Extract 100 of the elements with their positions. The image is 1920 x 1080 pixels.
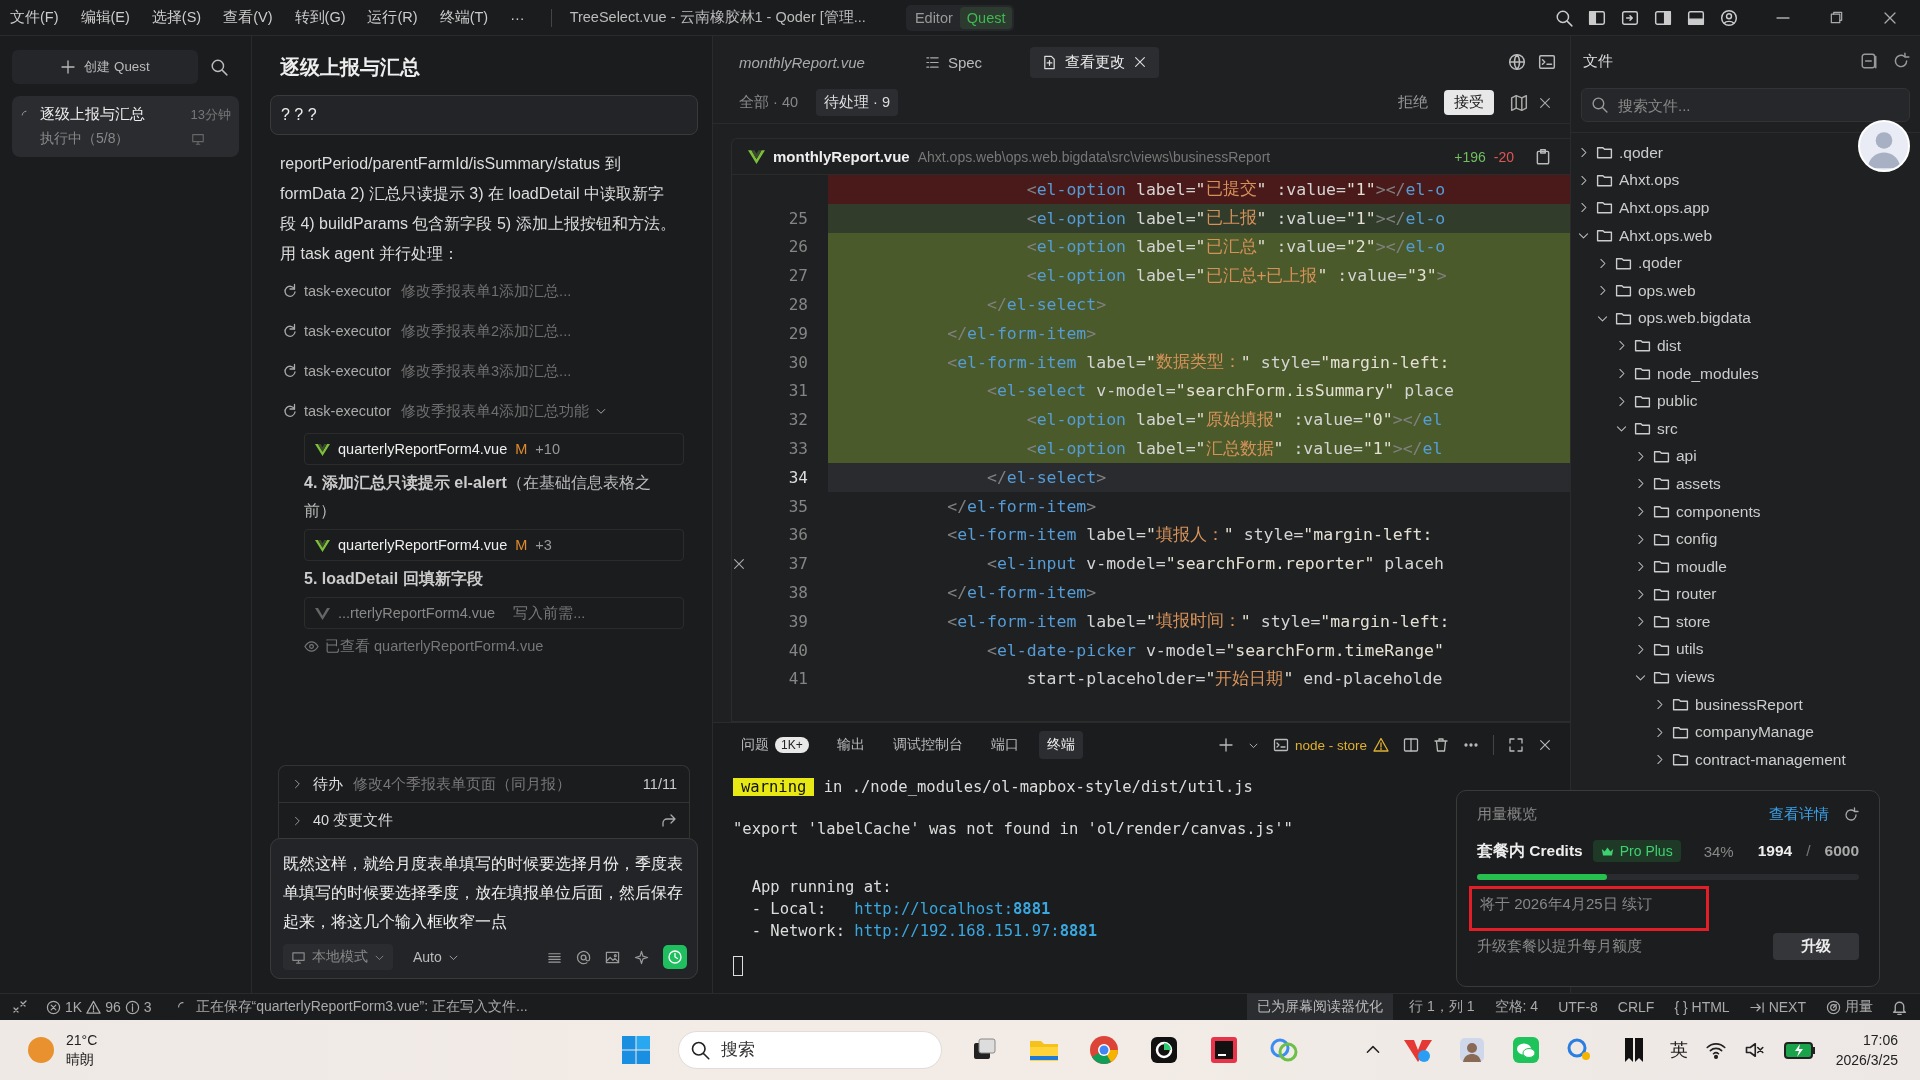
tree-item[interactable]: views — [1571, 663, 1920, 691]
split-icon[interactable] — [1403, 737, 1419, 753]
collapse-icon[interactable] — [1860, 52, 1878, 70]
details-link[interactable]: 查看详情 — [1769, 805, 1829, 824]
model-dropdown[interactable]: Auto — [407, 948, 465, 966]
editor-tab[interactable]: monthlyReport.vue — [727, 47, 877, 77]
tree-item[interactable]: store — [1571, 608, 1920, 636]
editor-tab[interactable]: 查看更改 — [1030, 46, 1160, 78]
status-item[interactable]: 空格: 4 — [1484, 994, 1549, 1020]
tree-item[interactable]: assets — [1571, 470, 1920, 498]
tree-item[interactable]: Ahxt.ops — [1571, 166, 1920, 195]
tree-item[interactable]: router — [1571, 580, 1920, 609]
tree-item[interactable]: config — [1571, 525, 1920, 553]
filter-tab[interactable]: 待处理 · 9 — [816, 89, 898, 116]
maximize-icon[interactable] — [1508, 737, 1524, 753]
tree-item[interactable]: src — [1571, 414, 1920, 443]
file-chip[interactable]: quarterlyReportForm4.vue M +10 — [304, 433, 684, 465]
status-item[interactable]: 用量 — [1816, 994, 1883, 1020]
menu-item[interactable]: 选择(S) — [151, 8, 202, 27]
panel-tab[interactable]: 输出 — [828, 731, 873, 759]
quest-card[interactable]: 逐级上报与汇总 13分钟 执行中（5/8） — [12, 96, 239, 157]
tree-item[interactable]: companyManage — [1571, 718, 1920, 747]
tree-item[interactable]: utils — [1571, 635, 1920, 664]
plus-icon[interactable] — [1217, 737, 1234, 753]
tree-item[interactable]: dist — [1571, 332, 1920, 360]
menu-item[interactable]: 文件(F) — [10, 8, 59, 27]
tree-item[interactable]: Ahxt.ops.web — [1571, 221, 1920, 250]
tree-item[interactable]: node_modules — [1571, 359, 1920, 388]
wifi-icon[interactable] — [1705, 1040, 1726, 1060]
panel-tab[interactable]: 调试控制台 — [884, 731, 971, 759]
terminal-session[interactable]: node - store — [1272, 737, 1389, 753]
sparkle-icon[interactable] — [634, 949, 649, 965]
close-icon[interactable] — [1538, 738, 1552, 752]
status-item[interactable]: CRLF — [1607, 994, 1665, 1020]
task-row[interactable]: task-executor 修改季报表单2添加汇总... — [270, 311, 698, 351]
tree-item[interactable]: ops.web.bigdata — [1571, 304, 1920, 333]
tree-item[interactable]: components — [1571, 497, 1920, 526]
status-item[interactable]: 行 1，列 1 — [1399, 994, 1485, 1020]
status-item[interactable]: { } HTML — [1664, 994, 1740, 1020]
upgrade-button[interactable]: 升级 — [1773, 933, 1859, 960]
trash-icon[interactable] — [1433, 737, 1449, 753]
tree-item[interactable]: .qoder — [1571, 249, 1920, 277]
tree-item[interactable]: businessReport — [1571, 690, 1920, 719]
task-row[interactable]: task-executor 修改季报表单1添加汇总... — [270, 271, 698, 311]
tree-item[interactable]: ops.web — [1571, 276, 1920, 305]
file-chip[interactable]: ...rterlyReportForm4.vue 写入前需... — [304, 597, 684, 629]
sidebar-layout-icon[interactable] — [1654, 8, 1672, 27]
tree-item[interactable]: public — [1571, 387, 1920, 415]
mode-toggle[interactable]: Quest — [959, 6, 1013, 29]
status-item[interactable]: UTF-8 — [1548, 994, 1608, 1020]
refresh-icon[interactable] — [1843, 806, 1859, 823]
search-icon[interactable] — [210, 58, 228, 76]
more-menu[interactable]: ··· — [510, 9, 525, 26]
panel-tab[interactable]: 问题 1K+ — [733, 731, 817, 759]
message-input[interactable]: 既然这样，就给月度表单填写的时候要选择月份，季度表单填写的时候要选择季度，放在填报单位后面，然后保存起来，将这几个输入框收窄一点 本地模式 Auto — [270, 838, 698, 979]
todo-row[interactable]: 待办 修改4个季报表单页面（同月报） 11/11 — [279, 766, 689, 802]
share-icon[interactable] — [661, 812, 677, 829]
menu-item[interactable]: 查看(V) — [223, 8, 273, 27]
status-item[interactable]: NEXT — [1739, 994, 1816, 1020]
tree-item[interactable]: contract-management — [1571, 746, 1920, 774]
remote-icon[interactable] — [12, 999, 28, 1015]
tree-item[interactable]: api — [1571, 442, 1920, 471]
task-row[interactable]: task-executor 修改季报表单4添加汇总功能 — [270, 391, 698, 431]
panel-layout-icon[interactable] — [1621, 8, 1639, 27]
search-icon[interactable] — [1555, 8, 1573, 27]
menu-item[interactable]: 运行(R) — [367, 8, 418, 27]
volume-muted-icon[interactable] — [1743, 1040, 1764, 1060]
mode-toggle[interactable]: Editor — [907, 6, 960, 29]
image-icon[interactable] — [605, 949, 620, 965]
filter-tab[interactable]: 全部 · 40 — [731, 89, 806, 116]
close-icon[interactable] — [1133, 55, 1148, 69]
tree-item[interactable]: Ahxt.ops.app — [1571, 194, 1920, 222]
menu-item[interactable]: 编辑(E) — [80, 8, 130, 27]
globe-icon[interactable] — [1508, 53, 1526, 71]
avatar[interactable] — [1858, 120, 1910, 172]
panel-layout-icon[interactable] — [1687, 8, 1705, 27]
sidebar-layout-icon[interactable] — [1588, 8, 1606, 27]
search-field[interactable]: 搜索文件... — [1581, 88, 1910, 122]
tree-item[interactable]: moudle — [1571, 552, 1920, 581]
terminal-icon[interactable] — [1538, 53, 1556, 71]
editor-tab[interactable]: Spec — [912, 47, 995, 77]
problems-summary[interactable]: 1K 96 3 — [46, 999, 152, 1015]
panel-tab[interactable]: 终端 — [1038, 731, 1083, 759]
menu-item[interactable]: 转到(G) — [294, 8, 346, 27]
refresh-icon[interactable] — [1892, 52, 1910, 70]
account-icon[interactable] — [1720, 8, 1738, 27]
mode-dropdown[interactable]: 本地模式 — [283, 944, 393, 970]
mention-icon[interactable] — [576, 949, 591, 965]
bell-icon[interactable] — [1891, 998, 1908, 1016]
close-icon[interactable] — [1538, 95, 1552, 110]
input-method[interactable]: 英 — [1669, 1038, 1688, 1062]
copy-icon[interactable] — [1534, 147, 1552, 166]
create-quest-button[interactable]: 创建 Quest — [12, 50, 198, 84]
restore-icon[interactable] — [1829, 9, 1844, 25]
task-row[interactable]: task-executor 修改季报表单3添加汇总... — [270, 351, 698, 391]
accept-button[interactable]: 接受 — [1444, 90, 1494, 115]
send-button[interactable] — [663, 945, 687, 969]
menu-item[interactable]: 终端(T) — [439, 8, 489, 27]
panel-tab[interactable]: 端口 — [982, 731, 1027, 759]
tree-item[interactable]: .qoder — [1571, 139, 1920, 167]
